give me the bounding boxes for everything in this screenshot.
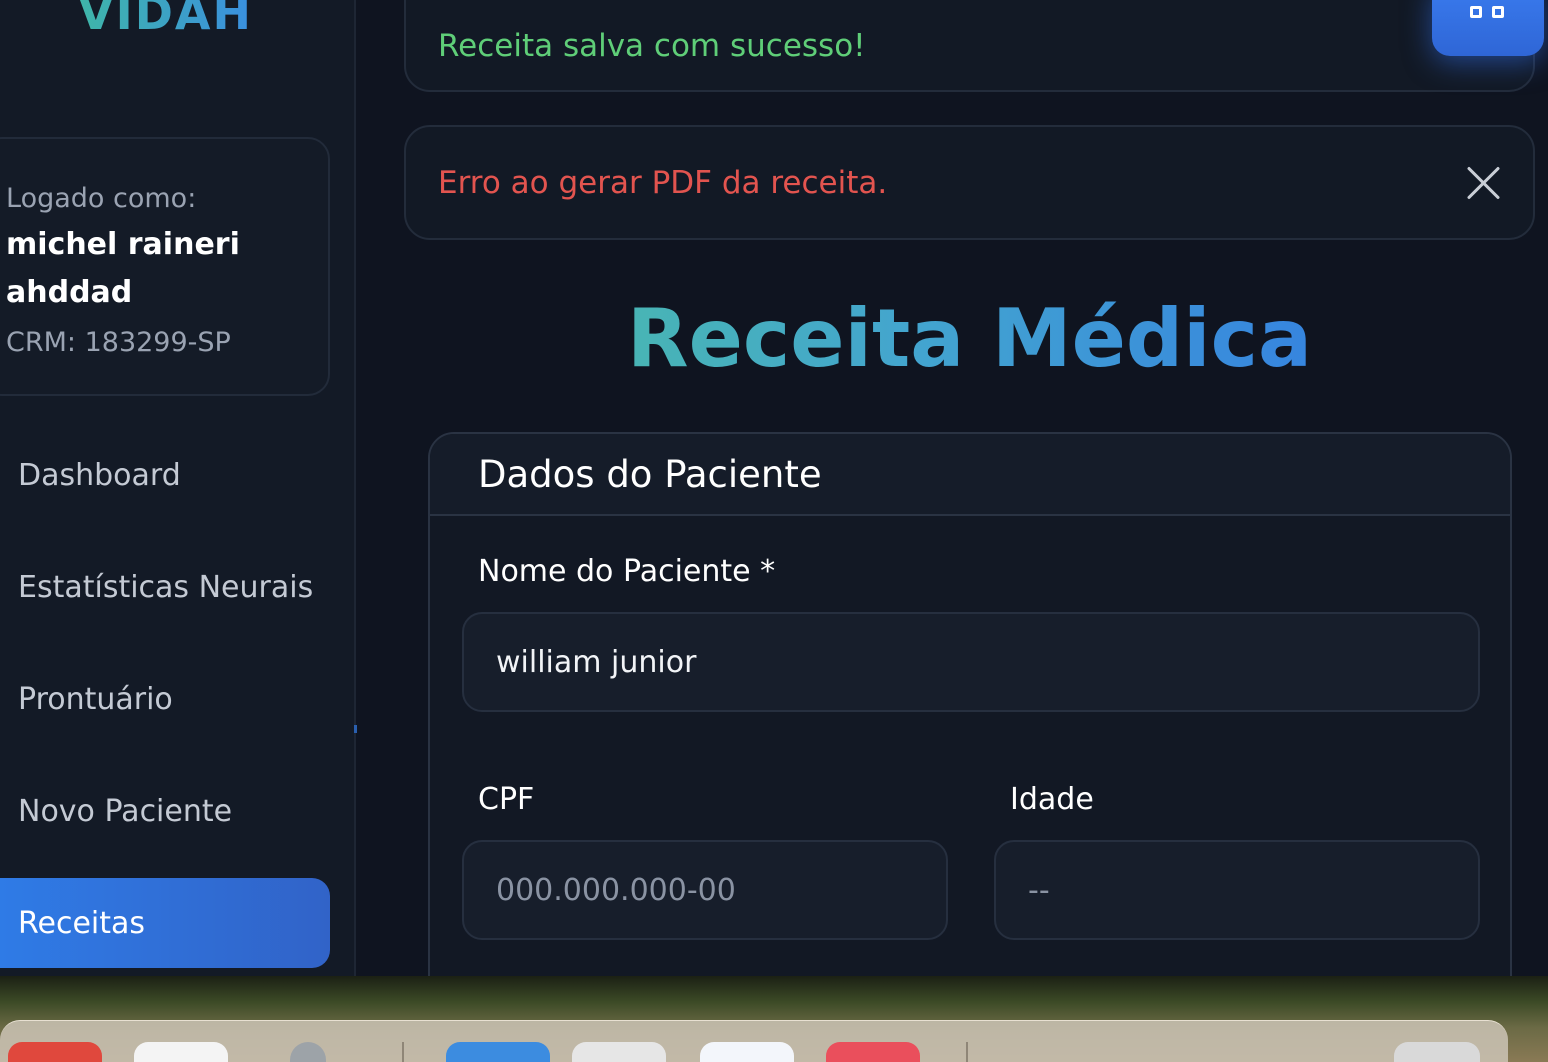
brand-logo[interactable]: VIDAH [78,0,253,40]
success-alert: Receita salva com sucesso! [404,0,1535,92]
error-message: Erro ao gerar PDF da receita. [438,164,888,201]
user-crm: CRM: 183299-SP [6,327,231,358]
app-icon[interactable] [134,1042,228,1062]
sidebar-item-estatisticas-neurais[interactable]: Estatísticas Neurais [0,542,330,632]
user-card: Logado como: michel raineri ahddad CRM: … [0,137,330,396]
grid-icon [1492,6,1504,18]
patient-data-card: Dados do Paciente Nome do Paciente * wil… [428,432,1512,1032]
success-message: Receita salva com sucesso! [438,28,866,64]
patient-name-label: Nome do Paciente * [478,554,776,589]
logged-as-label: Logado como: [6,183,197,214]
sidebar-item-novo-paciente[interactable]: Novo Paciente [0,766,330,856]
xcode-icon[interactable] [446,1042,550,1062]
floating-action-button[interactable] [1432,0,1544,56]
dock-separator [966,1042,968,1062]
sidebar: VIDAH Logado como: michel raineri ahddad… [0,0,356,976]
close-icon[interactable] [1463,163,1503,203]
sidebar-item-prontuario[interactable]: Prontuário [0,654,330,744]
age-input[interactable]: -- [994,840,1480,940]
scrollbar[interactable] [354,725,357,733]
trash-icon[interactable] [1394,1042,1480,1062]
grid-icon [1470,6,1482,18]
sidebar-nav: Dashboard Estatísticas Neurais Prontuári… [0,430,330,990]
cpf-label: CPF [478,782,535,817]
app-icon[interactable] [700,1042,794,1062]
app-icon[interactable] [572,1042,666,1062]
calendar-icon[interactable] [8,1042,102,1062]
sidebar-item-dashboard[interactable]: Dashboard [0,430,330,520]
user-name: michel raineri ahddad [6,227,240,310]
dock-separator [402,1042,404,1062]
patient-name-input[interactable]: william junior [462,612,1480,712]
error-alert: Erro ao gerar PDF da receita. [404,125,1535,240]
music-icon[interactable] [826,1042,920,1062]
age-label: Idade [1010,782,1094,817]
page-title: Receita Médica [404,292,1535,385]
card-header: Dados do Paciente [430,434,1510,516]
cpf-input[interactable]: 000.000.000-00 [462,840,948,940]
sidebar-item-receitas[interactable]: Receitas [0,878,330,968]
